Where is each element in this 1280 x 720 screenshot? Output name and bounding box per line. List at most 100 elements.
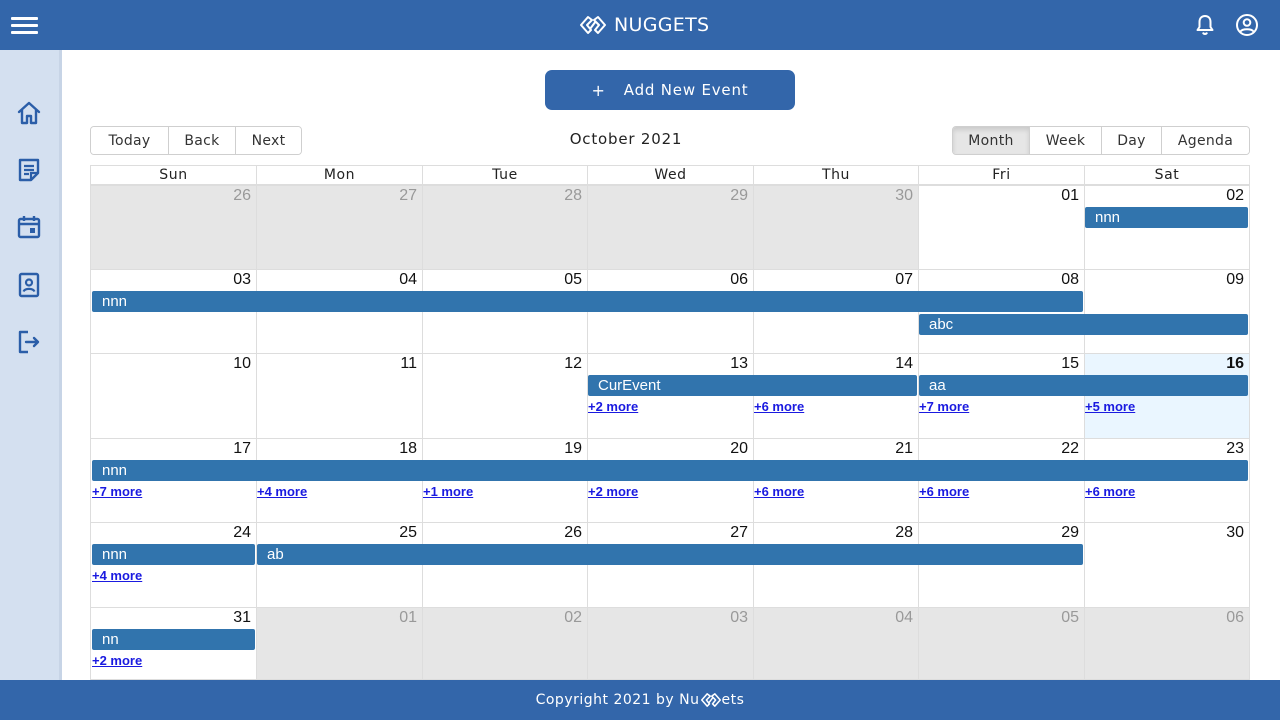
- day-cell[interactable]: 05: [918, 607, 1084, 679]
- calendar-event[interactable]: CurEvent: [588, 375, 917, 396]
- show-more-link[interactable]: +6 more: [1085, 484, 1135, 500]
- day-number[interactable]: 18: [399, 439, 417, 459]
- day-cell[interactable]: 01: [256, 607, 422, 679]
- day-cell[interactable]: 09: [1084, 269, 1249, 353]
- day-number[interactable]: 30: [895, 186, 913, 206]
- month-view-button[interactable]: Month: [953, 127, 1030, 154]
- back-button[interactable]: Back: [169, 127, 236, 154]
- show-more-link[interactable]: +6 more: [919, 484, 969, 500]
- day-number[interactable]: 31: [233, 608, 251, 628]
- today-button[interactable]: Today: [91, 127, 169, 154]
- calendar-event[interactable]: nn: [92, 629, 255, 650]
- day-number[interactable]: 02: [564, 608, 582, 628]
- day-cell[interactable]: 02: [422, 607, 587, 679]
- day-number[interactable]: 26: [233, 186, 251, 206]
- day-number[interactable]: 15: [1061, 354, 1079, 374]
- day-cell[interactable]: 28: [422, 185, 587, 269]
- calendar-event[interactable]: ab: [257, 544, 1083, 565]
- month-calendar: Sun Mon Tue Wed Thu Fri Sat 26 27 28 29 30 01 02 03 04 0…: [90, 165, 1250, 680]
- day-number[interactable]: 29: [730, 186, 748, 206]
- logout-icon[interactable]: [16, 329, 42, 355]
- day-number[interactable]: 29: [1061, 523, 1079, 543]
- weekday-header: Wed: [587, 166, 753, 185]
- calendar-icon[interactable]: [16, 214, 42, 240]
- show-more-link[interactable]: +6 more: [754, 484, 804, 500]
- day-number[interactable]: 08: [1061, 270, 1079, 290]
- day-cell[interactable]: 03: [587, 607, 753, 679]
- home-icon[interactable]: [16, 100, 42, 126]
- day-number[interactable]: 03: [730, 608, 748, 628]
- calendar-event[interactable]: aa: [919, 375, 1248, 396]
- show-more-link[interactable]: +1 more: [423, 484, 473, 500]
- day-view-button[interactable]: Day: [1102, 127, 1162, 154]
- day-number[interactable]: 02: [1226, 186, 1244, 206]
- day-number[interactable]: 13: [730, 354, 748, 374]
- calendar-event[interactable]: abc: [919, 314, 1248, 335]
- day-cell[interactable]: 30: [1084, 522, 1249, 607]
- day-number[interactable]: 12: [564, 354, 582, 374]
- show-more-link[interactable]: +2 more: [588, 484, 638, 500]
- day-number[interactable]: 06: [1226, 608, 1244, 628]
- day-number[interactable]: 23: [1226, 439, 1244, 459]
- show-more-link[interactable]: +4 more: [257, 484, 307, 500]
- calendar-event[interactable]: nnn: [92, 460, 1248, 481]
- agenda-view-button[interactable]: Agenda: [1162, 127, 1249, 154]
- show-more-link[interactable]: +7 more: [92, 484, 142, 500]
- note-icon[interactable]: [16, 157, 42, 183]
- day-number[interactable]: 05: [564, 270, 582, 290]
- day-cell[interactable]: 30: [753, 185, 918, 269]
- day-cell[interactable]: 29: [587, 185, 753, 269]
- day-number[interactable]: 04: [399, 270, 417, 290]
- day-number[interactable]: 27: [730, 523, 748, 543]
- day-number[interactable]: 16: [1226, 354, 1244, 374]
- account-circle-icon[interactable]: [1235, 13, 1259, 37]
- show-more-link[interactable]: +7 more: [919, 399, 969, 415]
- day-number[interactable]: 01: [399, 608, 417, 628]
- show-more-link[interactable]: +2 more: [588, 399, 638, 415]
- day-cell[interactable]: 06: [1084, 607, 1249, 679]
- day-number[interactable]: 09: [1226, 270, 1244, 290]
- day-number[interactable]: 01: [1061, 186, 1079, 206]
- day-number[interactable]: 28: [895, 523, 913, 543]
- day-number[interactable]: 10: [233, 354, 251, 374]
- day-cell[interactable]: 26: [91, 185, 256, 269]
- show-more-link[interactable]: +5 more: [1085, 399, 1135, 415]
- calendar-event[interactable]: nnn: [92, 544, 255, 565]
- day-number[interactable]: 25: [399, 523, 417, 543]
- day-number[interactable]: 03: [233, 270, 251, 290]
- show-more-link[interactable]: +6 more: [754, 399, 804, 415]
- day-number[interactable]: 11: [400, 354, 417, 374]
- show-more-link[interactable]: +4 more: [92, 568, 142, 584]
- day-cell[interactable]: 04: [753, 607, 918, 679]
- hamburger-menu-icon[interactable]: [11, 15, 39, 35]
- day-cell[interactable]: 11: [256, 353, 422, 438]
- day-number[interactable]: 22: [1061, 439, 1079, 459]
- add-new-event-button[interactable]: + Add New Event: [545, 70, 795, 110]
- day-cell[interactable]: 27: [256, 185, 422, 269]
- week-view-button[interactable]: Week: [1030, 127, 1102, 154]
- day-cell[interactable]: 10: [91, 353, 256, 438]
- day-cell[interactable]: 12: [422, 353, 587, 438]
- day-number[interactable]: 05: [1061, 608, 1079, 628]
- day-cell[interactable]: 01: [918, 185, 1084, 269]
- calendar-event[interactable]: nnn: [92, 291, 1083, 312]
- day-number[interactable]: 17: [233, 439, 251, 459]
- day-number[interactable]: 27: [399, 186, 417, 206]
- day-number[interactable]: 28: [564, 186, 582, 206]
- day-number[interactable]: 06: [730, 270, 748, 290]
- day-number[interactable]: 20: [730, 439, 748, 459]
- day-number[interactable]: 07: [895, 270, 913, 290]
- day-number[interactable]: 26: [564, 523, 582, 543]
- bell-icon[interactable]: [1193, 13, 1217, 37]
- day-number[interactable]: 30: [1226, 523, 1244, 543]
- day-number[interactable]: 19: [564, 439, 582, 459]
- contact-icon[interactable]: [16, 272, 42, 298]
- next-button[interactable]: Next: [236, 127, 301, 154]
- show-more-link[interactable]: +2 more: [92, 653, 142, 669]
- day-number[interactable]: 04: [895, 608, 913, 628]
- day-number[interactable]: 14: [895, 354, 913, 374]
- calendar-event[interactable]: nnn: [1085, 207, 1248, 228]
- day-number[interactable]: 24: [233, 523, 251, 543]
- weekday-header: Sun: [91, 166, 256, 185]
- day-number[interactable]: 21: [895, 439, 913, 459]
